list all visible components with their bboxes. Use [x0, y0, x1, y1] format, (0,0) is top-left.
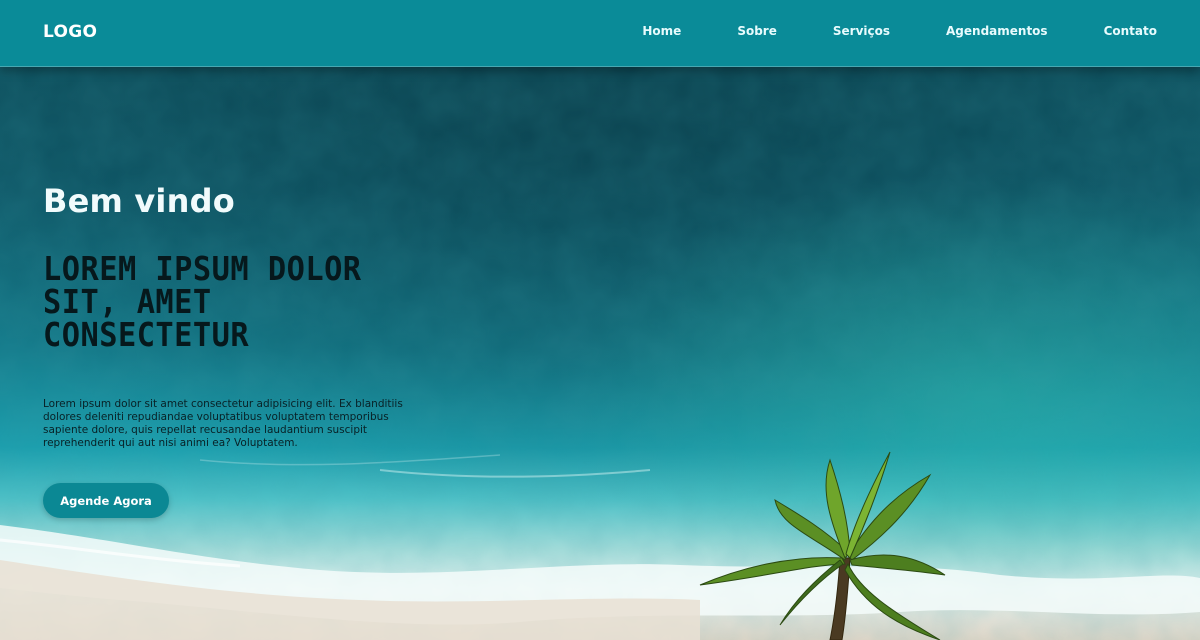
nav-link-home[interactable]: Home: [642, 24, 681, 38]
nav-link-contato[interactable]: Contato: [1104, 24, 1157, 38]
nav-link-agendamentos[interactable]: Agendamentos: [946, 24, 1048, 38]
logo[interactable]: LOGO: [43, 22, 97, 42]
nav-link-sobre[interactable]: Sobre: [737, 24, 777, 38]
nav-menu: Home Sobre Serviços Agendamentos Contato: [642, 24, 1157, 38]
navbar: LOGO Home Sobre Serviços Agendamentos Co…: [0, 0, 1200, 67]
hero-headline: Lorem ipsum dolor sit, amet consectetur: [43, 249, 362, 354]
landing-page: LOGO Home Sobre Serviços Agendamentos Co…: [0, 0, 1200, 640]
schedule-now-button[interactable]: Agende Agora: [43, 483, 169, 518]
palm-tree-icon: [699, 451, 946, 640]
welcome-heading: Bem vindo: [43, 182, 235, 220]
nav-link-servicos[interactable]: Serviços: [833, 24, 890, 38]
hero-description: Lorem ipsum dolor sit amet consectetur a…: [43, 398, 403, 449]
